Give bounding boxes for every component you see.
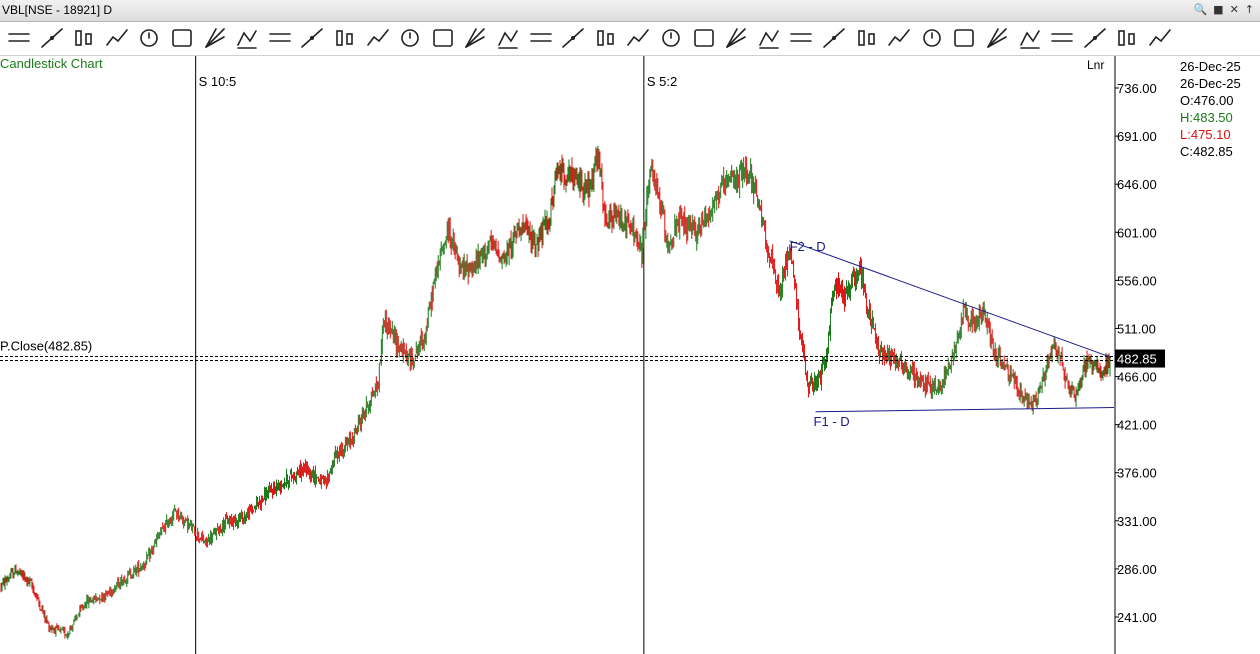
ohlc-low: L:475.10 — [1180, 127, 1231, 142]
window-titlebar: VBL[NSE - 18921] D 🔍 ■ ✕ ↑ — [0, 0, 1260, 22]
area-chart-icon[interactable] — [495, 25, 521, 51]
bell-icon[interactable] — [1147, 25, 1173, 51]
divider-icon[interactable] — [691, 25, 717, 51]
close-icon[interactable]: ✕ — [1230, 3, 1239, 16]
compare-icon[interactable] — [1082, 25, 1108, 51]
link-icon[interactable] — [951, 25, 977, 51]
trendline-upper[interactable] — [789, 240, 1112, 358]
undo-icon[interactable] — [854, 25, 880, 51]
trendline-icon[interactable] — [71, 25, 97, 51]
search-icon[interactable]: 🔍 — [1193, 3, 1207, 16]
cycle-icon[interactable] — [104, 25, 130, 51]
ohlc-high: H:483.50 — [1180, 110, 1233, 125]
candle-color-icon[interactable] — [528, 25, 554, 51]
ohlc-close: C:482.85 — [1180, 144, 1233, 159]
pattern-label: F1 - D — [814, 414, 850, 429]
y-tick-label: 511.00 — [1117, 321, 1156, 336]
y-tick-label: 421.00 — [1117, 418, 1157, 433]
y-tick-label: 331.00 — [1117, 514, 1157, 529]
bar-chart-icon[interactable] — [658, 25, 684, 51]
cursor-icon[interactable] — [136, 25, 162, 51]
fan-icon[interactable] — [560, 25, 586, 51]
y-tick-label: 466.00 — [1117, 370, 1157, 385]
scale-mode-label[interactable]: Lnr — [1087, 58, 1104, 72]
y-tick-label: 646.00 — [1117, 177, 1157, 192]
y-tick-label: 736.00 — [1117, 81, 1157, 96]
session-marker-label: S 5:2 — [647, 74, 677, 89]
text-icon[interactable] — [756, 25, 782, 51]
horizontal-line-icon[interactable] — [39, 25, 65, 51]
arc-icon[interactable] — [593, 25, 619, 51]
pattern-label: F2 - D — [790, 239, 826, 254]
ohlc-date-1: 26-Dec-25 — [1180, 59, 1241, 74]
candlestick-icon[interactable] — [234, 25, 260, 51]
window-controls: 🔍 ■ ✕ ↑ — [1193, 3, 1254, 16]
eraser-icon[interactable] — [919, 25, 945, 51]
wave-icon[interactable] — [397, 25, 423, 51]
measure-icon[interactable] — [625, 25, 651, 51]
ruler-icon[interactable] — [267, 25, 293, 51]
window-title: VBL[NSE - 18921] D — [2, 3, 113, 17]
trendline-lower[interactable] — [815, 407, 1114, 413]
scissors-icon[interactable] — [299, 25, 325, 51]
y-tick-label: 376.00 — [1117, 466, 1157, 481]
scatter-icon[interactable] — [462, 25, 488, 51]
rectangle-icon[interactable] — [365, 25, 391, 51]
session-marker-label: S 10:5 — [199, 74, 237, 89]
y-tick-label: 241.00 — [1117, 610, 1157, 625]
candlestick-chart[interactable]: 736.00 691.00 646.00 601.00 556.00 511.00 466.… — [0, 0, 1260, 654]
toolbar — [0, 22, 1260, 56]
y-tick-label: 691.00 — [1117, 129, 1157, 144]
previous-close-label: P.Close(482.85) — [0, 339, 92, 354]
tools-icon[interactable] — [788, 25, 814, 51]
bars-icon[interactable] — [821, 25, 847, 51]
last-price-badge — [1115, 349, 1165, 368]
chart-type-label: Candlestick Chart — [0, 56, 103, 71]
bar-type-icon[interactable] — [169, 25, 195, 51]
ohlc-open: O:476.00 — [1180, 93, 1234, 108]
y-tick-label: 556.00 — [1117, 273, 1157, 288]
y-tick-label: 601.00 — [1117, 225, 1157, 240]
ohlc-panel: 26-Dec-25 26-Dec-25 O:476.00 H:483.50 L:… — [1180, 58, 1241, 160]
crosshair-icon[interactable] — [332, 25, 358, 51]
y-tick-label: 286.00 — [1117, 562, 1157, 577]
candles — [0, 145, 1111, 640]
document-edit-icon[interactable] — [886, 25, 912, 51]
user-icon[interactable]: ■ — [1213, 3, 1223, 16]
histogram-icon[interactable] — [430, 25, 456, 51]
last-price-badge-label: 482.85 — [1117, 352, 1157, 367]
star-icon[interactable] — [1017, 25, 1043, 51]
brush-icon[interactable] — [1114, 25, 1140, 51]
book-icon[interactable] — [984, 25, 1010, 51]
chart-add-icon[interactable] — [1049, 25, 1075, 51]
ohlc-date-2: 26-Dec-25 — [1180, 76, 1241, 91]
volume-icon[interactable] — [202, 25, 228, 51]
cube-icon[interactable] — [723, 25, 749, 51]
pin-icon[interactable]: ↑ — [1245, 3, 1254, 16]
horizontal-lines-icon[interactable] — [6, 25, 32, 51]
